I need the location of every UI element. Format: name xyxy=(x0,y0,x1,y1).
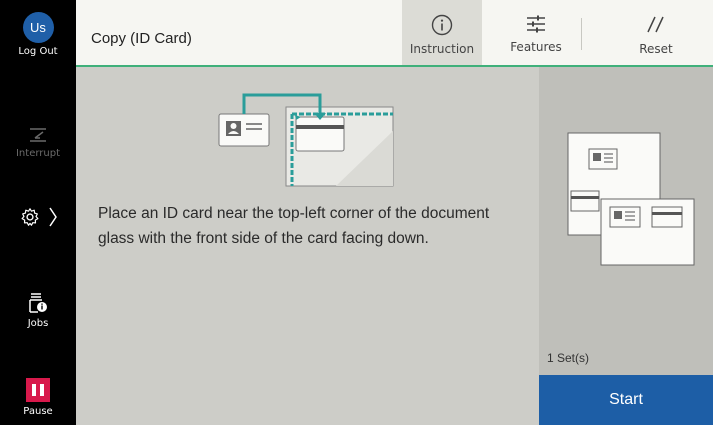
logout-label: Log Out xyxy=(18,46,58,57)
jobs-button[interactable]: Jobs xyxy=(0,292,76,329)
left-rail: Us Log Out Interrupt Jobs Pause xyxy=(0,0,76,425)
reset-label: Reset xyxy=(639,42,673,56)
chevron-right-icon xyxy=(49,207,57,227)
sliders-icon xyxy=(527,15,545,33)
header-bar: Copy (ID Card) Instruction Features Rese… xyxy=(76,0,713,67)
user-avatar[interactable]: Us xyxy=(22,12,54,43)
id-card-placement-illustration xyxy=(218,93,394,187)
info-icon xyxy=(431,14,453,36)
jobs-label: Jobs xyxy=(27,318,49,329)
pause-icon xyxy=(26,378,50,402)
interrupt-icon xyxy=(30,128,46,142)
sets-count: 1 Set(s) xyxy=(547,351,590,365)
instruction-label: Instruction xyxy=(409,42,475,56)
instruction-panel: Place an ID card near the top-left corne… xyxy=(76,67,539,425)
jobs-icon xyxy=(29,293,47,313)
reset-icon xyxy=(647,16,664,33)
output-preview-panel: 1 Set(s) xyxy=(539,67,713,375)
reset-button[interactable]: Reset xyxy=(616,0,696,65)
instruction-button[interactable]: Instruction xyxy=(402,0,482,65)
pause-label: Pause xyxy=(23,406,53,417)
instruction-text: Place an ID card near the top-left corne… xyxy=(98,205,490,247)
user-login-button[interactable]: Us Log Out xyxy=(0,12,76,57)
page-title: Copy (ID Card) xyxy=(91,30,192,47)
device-settings-button[interactable] xyxy=(0,206,76,228)
interrupt-label: Interrupt xyxy=(15,148,60,159)
start-button[interactable]: Start xyxy=(539,375,713,425)
header-divider xyxy=(581,18,582,50)
pause-button[interactable]: Pause xyxy=(0,378,76,417)
interrupt-button[interactable]: Interrupt xyxy=(0,126,76,159)
features-button[interactable]: Features xyxy=(501,0,571,65)
output-preview-icon xyxy=(567,132,695,266)
gear-icon xyxy=(21,208,39,226)
features-label: Features xyxy=(510,40,562,54)
